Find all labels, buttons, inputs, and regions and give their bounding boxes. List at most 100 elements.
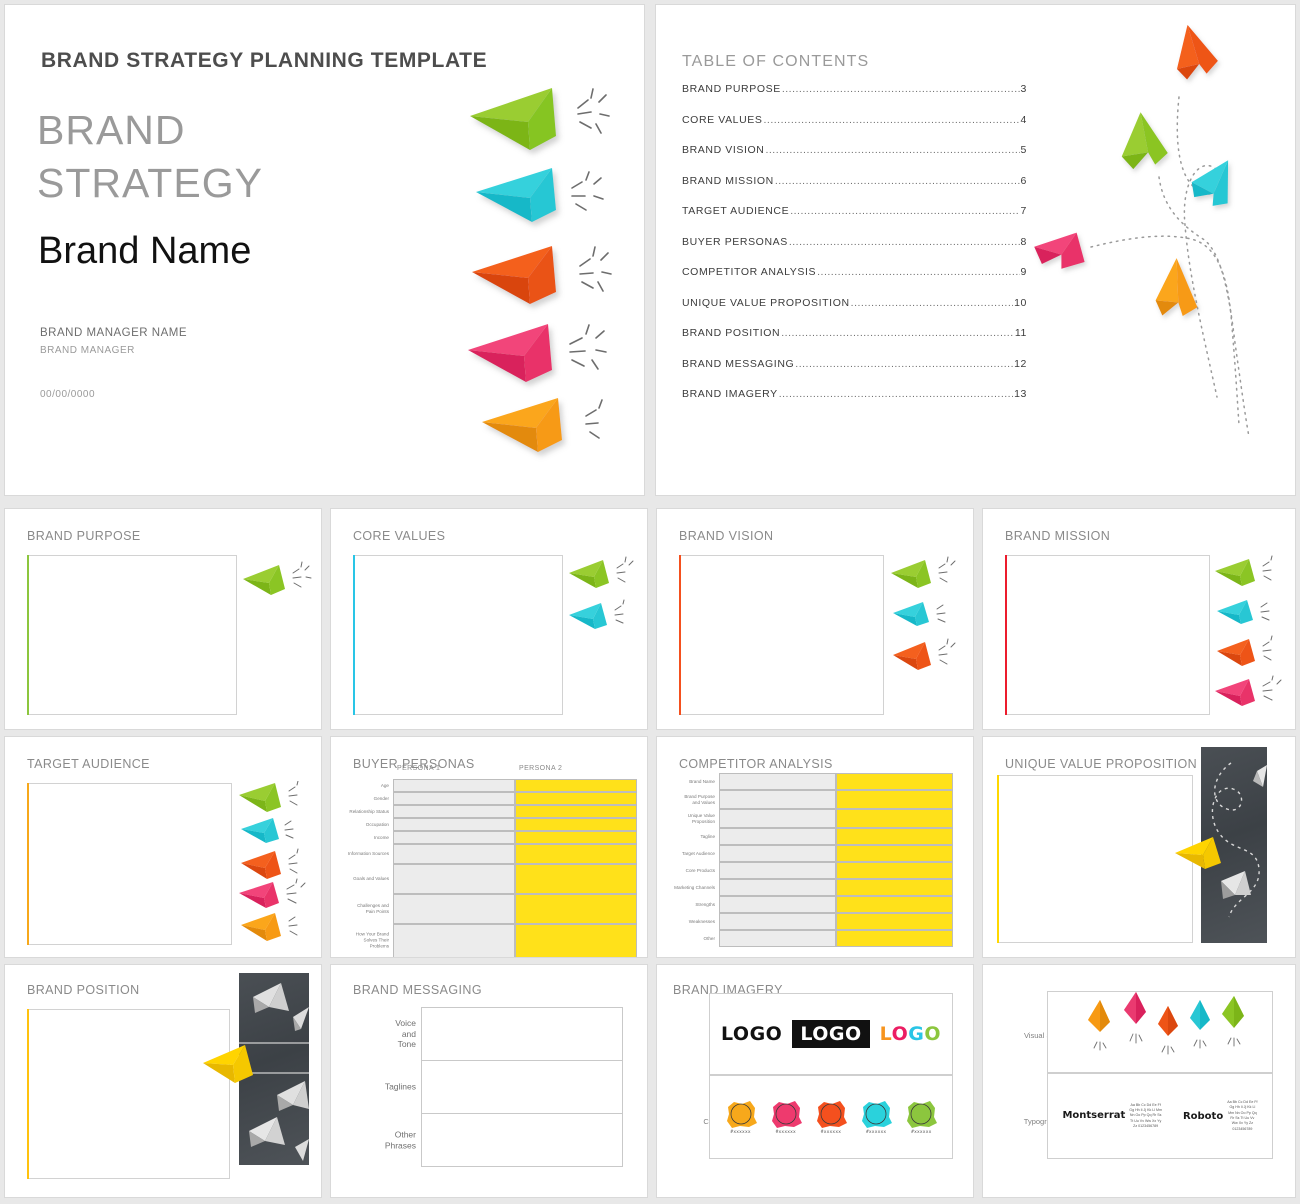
brand-messaging-row[interactable]: Other Phrases	[385, 1113, 623, 1167]
table-cell-col2[interactable]	[836, 790, 953, 809]
slide-core-values[interactable]: CORE VALUES	[330, 508, 648, 730]
toc-entry[interactable]: TARGET AUDIENCE.........................…	[682, 205, 1027, 236]
table-cell-col1[interactable]	[393, 779, 515, 792]
table-cell-col2[interactable]	[836, 773, 953, 790]
table-cell-col1[interactable]	[719, 845, 836, 862]
table-row[interactable]: Strengths	[695, 896, 953, 913]
table-cell-col2[interactable]	[836, 862, 953, 879]
table-row[interactable]: Unique Value Proposition	[688, 809, 953, 828]
color-swatch[interactable]: #xxxxxx	[724, 1099, 758, 1135]
slide-table-of-contents[interactable]: TABLE OF CONTENTS BRAND PURPOSE.........…	[655, 4, 1296, 496]
table-cell-col2[interactable]	[515, 844, 637, 864]
table-cell-col1[interactable]	[719, 913, 836, 930]
table-row[interactable]: Marketing Channels	[674, 879, 953, 896]
table-cell-col2[interactable]	[836, 879, 953, 896]
toc-entry[interactable]: BRAND POSITION..........................…	[682, 327, 1027, 358]
table-cell-col2[interactable]	[515, 831, 637, 844]
table-cell-col1[interactable]	[393, 805, 515, 818]
toc-entry[interactable]: BRAND IMAGERY...........................…	[682, 388, 1027, 419]
brand-messaging-table[interactable]: Voice and Tone Taglines Other Phrases	[385, 1007, 623, 1167]
table-row[interactable]: Challenges and Pain Points	[357, 894, 637, 924]
competitor-analysis-table[interactable]: Brand Name Brand Purpose and Values Unique…	[674, 773, 953, 947]
brand-imagery-logo-cell[interactable]: LOGO LOGO LOGO	[709, 993, 953, 1075]
table-cell-col1[interactable]	[719, 930, 836, 947]
toc-entry[interactable]: BRAND VISION............................…	[682, 144, 1027, 175]
table-cell-col2[interactable]	[515, 792, 637, 805]
slide-brand-messaging[interactable]: BRAND MESSAGING Voice and Tone Taglines Ot…	[330, 964, 648, 1198]
slide-target-audience[interactable]: TARGET AUDIENCE	[4, 736, 322, 958]
table-row[interactable]: Occupation	[366, 818, 637, 831]
table-cell-col2[interactable]	[836, 930, 953, 947]
table-cell-col2[interactable]	[836, 896, 953, 913]
table-cell-col2[interactable]	[836, 809, 953, 828]
table-cell-col2[interactable]	[836, 828, 953, 845]
table-cell-col1[interactable]	[719, 862, 836, 879]
table-cell-col1[interactable]	[719, 828, 836, 845]
table-row[interactable]: Core Products	[686, 862, 953, 879]
slide-competitor-analysis[interactable]: COMPETITOR ANALYSIS Brand Name Brand Purp…	[656, 736, 974, 958]
toc-entry[interactable]: BRAND MISSION...........................…	[682, 175, 1027, 206]
toc-entry[interactable]: CORE VALUES.............................…	[682, 114, 1027, 145]
color-swatch[interactable]: #xxxxxx	[769, 1099, 803, 1135]
brand-imagery-colors-cell[interactable]: #xxxxxx #xxxxxx #xxxxxx #xxxxxx #xxxxxx	[709, 1075, 953, 1159]
table-row[interactable]: Target Audience	[682, 845, 953, 862]
toc-entry[interactable]: BRAND MESSAGING.........................…	[682, 358, 1027, 389]
core-values-textbox[interactable]	[353, 555, 563, 715]
table-cell-col2[interactable]	[515, 894, 637, 924]
slide-brand-vision[interactable]: BRAND VISION	[656, 508, 974, 730]
toc-entry[interactable]: UNIQUE VALUE PROPOSITION................…	[682, 297, 1027, 328]
color-swatch[interactable]: #xxxxxx	[859, 1099, 893, 1135]
target-audience-textbox[interactable]	[27, 783, 232, 945]
slide-visual-identity[interactable]: Visual Style Typography Montserrat Aa Bb…	[982, 964, 1296, 1198]
table-row[interactable]: How Your Brand Solves Their Problems	[356, 924, 637, 957]
table-cell-col1[interactable]	[393, 844, 515, 864]
table-cell-col2[interactable]	[836, 845, 953, 862]
slide-buyer-personas[interactable]: BUYER PERSONAS PERSONA 1 PERSONA 2 Age Gend…	[330, 736, 648, 958]
table-row[interactable]: Goals and Values	[353, 864, 637, 894]
brand-position-textbox[interactable]	[27, 1009, 230, 1179]
table-cell-col2[interactable]	[836, 913, 953, 930]
slide-brand-imagery[interactable]: BRAND IMAGERY Logo LOGO LOGO LOGO Colors…	[656, 964, 974, 1198]
table-cell-col1[interactable]	[719, 790, 836, 809]
brand-messaging-row[interactable]: Taglines	[385, 1060, 623, 1114]
buyer-personas-table[interactable]: PERSONA 1 PERSONA 2 Age Gender Relationship …	[348, 765, 637, 957]
table-row[interactable]: Age	[381, 779, 637, 792]
uvp-textbox[interactable]	[997, 775, 1193, 943]
slide-brand-purpose[interactable]: BRAND PURPOSE	[4, 508, 322, 730]
brand-vision-textbox[interactable]	[679, 555, 884, 715]
table-cell-col1[interactable]	[393, 924, 515, 957]
table-row[interactable]: Brand Name	[689, 773, 953, 790]
slide-brand-position[interactable]: BRAND POSITION	[4, 964, 322, 1198]
table-row[interactable]: Weaknesses	[689, 913, 953, 930]
table-row[interactable]: Other	[704, 930, 953, 947]
brand-mission-textbox[interactable]	[1005, 555, 1210, 715]
slide-brand-mission[interactable]: BRAND MISSION	[982, 508, 1296, 730]
slide-cover[interactable]: BRAND STRATEGY PLANNING TEMPLATE BRAND S…	[4, 4, 645, 496]
brand-purpose-textbox[interactable]	[27, 555, 237, 715]
table-row[interactable]: Brand Purpose and Values	[684, 790, 953, 809]
toc-entry[interactable]: COMPETITOR ANALYSIS.....................…	[682, 266, 1027, 297]
table-cell-col2[interactable]	[515, 805, 637, 818]
font-entry[interactable]: Roboto Aa Bb Cc Dd Ee Ff Gg Hh Ii Jj Kk L…	[1183, 1100, 1258, 1132]
table-cell-col1[interactable]	[393, 818, 515, 831]
table-row[interactable]: Relationship Status	[349, 805, 637, 818]
table-cell-col1[interactable]	[393, 894, 515, 924]
typography-cell[interactable]: Montserrat Aa Bb Cc Dd Ee Ff Gg Hh Ii Jj …	[1047, 1073, 1273, 1159]
table-cell-col1[interactable]	[719, 896, 836, 913]
table-cell-col2[interactable]	[515, 779, 637, 792]
table-cell-col1[interactable]	[393, 864, 515, 894]
toc-entry[interactable]: BRAND PURPOSE...........................…	[682, 83, 1027, 114]
color-swatch[interactable]: #xxxxxx	[904, 1099, 938, 1135]
table-cell-col1[interactable]	[393, 831, 515, 844]
table-row[interactable]: Gender	[374, 792, 637, 805]
table-row[interactable]: Income	[374, 831, 637, 844]
table-cell-col2[interactable]	[515, 818, 637, 831]
table-cell-col1[interactable]	[719, 879, 836, 896]
visual-style-cell[interactable]	[1047, 991, 1273, 1073]
table-row[interactable]: Information Sources	[348, 844, 637, 864]
toc-entry[interactable]: BUYER PERSONAS..........................…	[682, 236, 1027, 267]
color-swatch[interactable]: #xxxxxx	[814, 1099, 848, 1135]
table-cell-col1[interactable]	[393, 792, 515, 805]
table-cell-col1[interactable]	[719, 809, 836, 828]
table-cell-col1[interactable]	[719, 773, 836, 790]
